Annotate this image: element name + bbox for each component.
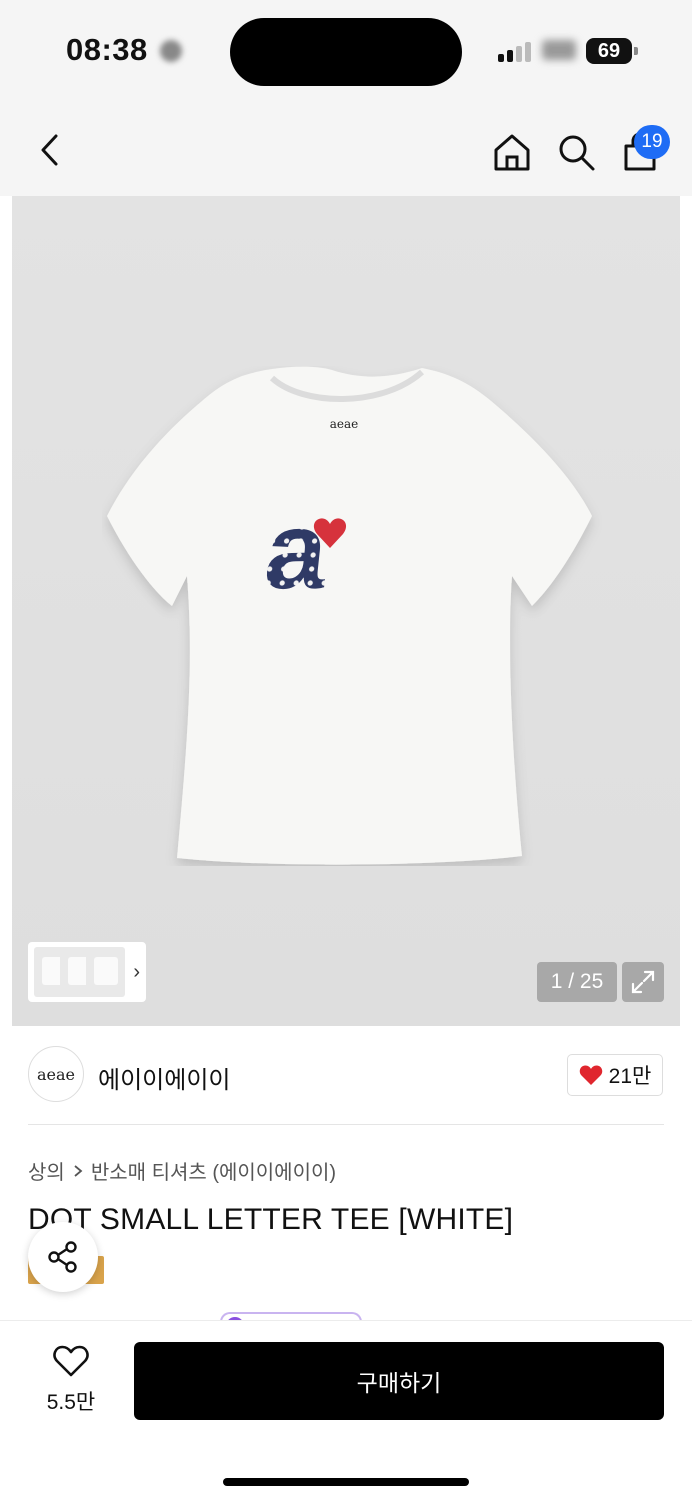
status-bar: 08:38 69 xyxy=(0,0,692,104)
breadcrumb-item[interactable]: 반소매 티셔츠 (에이이에이이) xyxy=(91,1156,336,1185)
thumbnail[interactable] xyxy=(85,947,126,997)
thumbnail-strip[interactable]: › xyxy=(28,942,146,1002)
chevron-left-icon xyxy=(41,134,58,166)
breadcrumb-item[interactable]: 상의 xyxy=(28,1156,65,1185)
buy-button[interactable]: 구매하기 xyxy=(134,1342,664,1420)
heart-outline-icon xyxy=(53,1345,89,1377)
home-indicator xyxy=(223,1478,469,1486)
search-icon xyxy=(559,135,595,171)
top-nav: 19 xyxy=(0,104,692,196)
clock: 08:38 xyxy=(66,32,148,67)
breadcrumb: 상의 반소매 티셔츠 (에이이에이이) xyxy=(28,1156,336,1185)
heart-filled-icon xyxy=(579,1065,602,1085)
divider xyxy=(28,1124,664,1125)
brand-like-button[interactable]: 21만 xyxy=(567,1054,663,1096)
chevron-right-icon: › xyxy=(133,960,141,983)
wishlist-count: 5.5만 xyxy=(46,1391,96,1414)
home-icon xyxy=(494,134,530,171)
network-icon xyxy=(542,40,576,60)
product-title: DOT SMALL LETTER TEE [WHITE] xyxy=(28,1203,514,1236)
image-page-indicator: 1 / 25 xyxy=(537,962,617,1002)
product-image-gallery[interactable]: aeae a › 1 / 25 xyxy=(12,196,680,1026)
search-button[interactable] xyxy=(552,128,600,176)
brand-name[interactable]: 에이이에이이 xyxy=(98,1060,230,1095)
brand-logo[interactable]: aeae xyxy=(28,1046,84,1102)
back-button[interactable] xyxy=(26,126,74,174)
brand-row: aeae 에이이에이이 21만 xyxy=(0,1026,692,1126)
brand-like-count: 21만 xyxy=(608,1065,652,1088)
signal-icon xyxy=(498,40,538,62)
wishlist-button[interactable]: 5.5만 xyxy=(36,1345,106,1416)
product-image: aeae a xyxy=(107,366,592,865)
chevron-right-icon xyxy=(74,1164,83,1177)
share-icon xyxy=(48,1241,77,1273)
expand-button[interactable] xyxy=(622,962,664,1002)
battery-icon: 69 xyxy=(586,38,638,64)
neck-label: aeae xyxy=(330,417,359,431)
expand-icon xyxy=(631,970,655,994)
share-button[interactable] xyxy=(28,1222,98,1292)
bottom-action-bar: 5.5만 구매하기 xyxy=(0,1320,692,1500)
dynamic-island xyxy=(230,18,462,86)
cart-count-badge: 19 xyxy=(634,125,670,159)
location-icon xyxy=(160,40,182,62)
home-button[interactable] xyxy=(488,128,536,176)
